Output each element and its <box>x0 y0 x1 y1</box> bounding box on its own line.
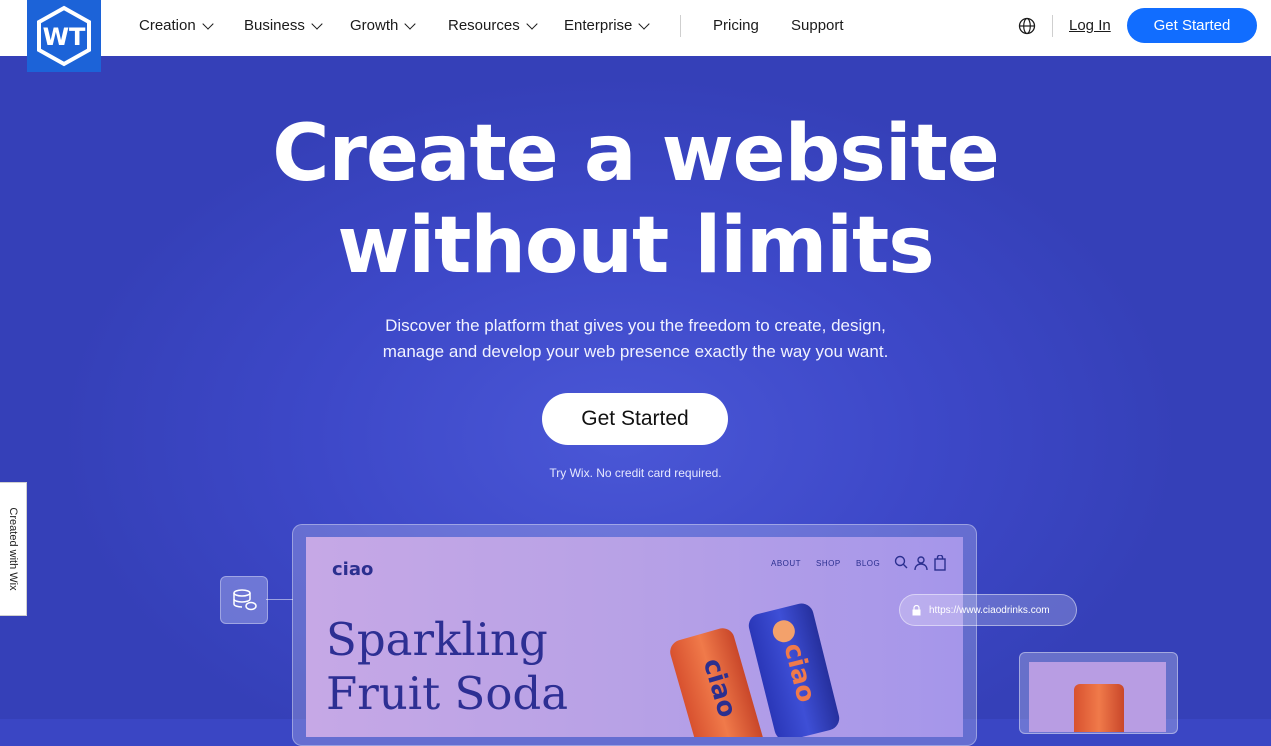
site-preview: ciao ABOUT SHOP BLOG Sparkling Fruit Sod… <box>306 537 963 737</box>
chevron-down-icon <box>311 17 323 30</box>
chevron-down-icon <box>404 17 417 30</box>
get-started-nav-button[interactable]: Get Started <box>1127 8 1257 43</box>
logo-text: WT <box>43 23 86 51</box>
nav-item-pricing[interactable]: Pricing <box>713 17 759 34</box>
nav-divider <box>1052 15 1053 37</box>
preview-nav-about: ABOUT <box>771 559 802 568</box>
nav-item-label: Growth <box>350 17 399 34</box>
soda-can-blue: ciao <box>746 600 842 737</box>
bag-icon <box>934 555 946 571</box>
preview-headline: Sparkling Fruit Soda <box>326 613 568 721</box>
hero-headline-line: without limits <box>337 201 934 291</box>
search-icon <box>894 555 908 569</box>
connector-line <box>266 599 293 600</box>
no-credit-card-note: Try Wix. No credit card required. <box>549 466 722 480</box>
user-icon <box>914 556 928 571</box>
nav-item-creation[interactable]: Creation <box>139 17 214 34</box>
login-link[interactable]: Log In <box>1069 17 1111 34</box>
hero-headline-line: Create a website <box>272 109 1000 199</box>
nav-item-growth[interactable]: Growth <box>350 17 417 34</box>
chevron-down-icon <box>526 17 538 30</box>
nav-item-business[interactable]: Business <box>244 17 323 34</box>
preview-url-text: https://www.ciaodrinks.com <box>929 604 1050 616</box>
preview-nav-shop: SHOP <box>816 559 841 568</box>
nav-item-label: Resources <box>448 17 520 34</box>
preview-headline-line: Sparkling <box>326 613 548 666</box>
chevron-down-icon <box>202 17 214 30</box>
hero-headline: Create a website without limits <box>0 108 1271 292</box>
globe-icon[interactable] <box>1018 17 1036 35</box>
nav-item-support[interactable]: Support <box>791 17 844 34</box>
nav-item-label: Creation <box>139 17 196 34</box>
soda-can-label: ciao <box>777 640 821 706</box>
created-with-wix-tab[interactable]: Created with Wix <box>0 482 27 616</box>
nav-item-resources[interactable]: Resources <box>448 17 538 34</box>
hero-subtitle: Discover the platform that gives you the… <box>0 313 1271 365</box>
preview-header-icons <box>894 555 946 571</box>
preview-nav-blog: BLOG <box>856 559 881 568</box>
preview-headline-line: Fruit Soda <box>326 667 569 720</box>
nav-item-enterprise[interactable]: Enterprise <box>564 17 651 34</box>
nav-item-label: Business <box>244 17 305 34</box>
get-started-hero-button[interactable]: Get Started <box>542 393 728 445</box>
mini-soda-can <box>1074 684 1124 732</box>
chevron-down-icon <box>638 17 651 30</box>
nav-divider <box>680 15 681 37</box>
database-icon <box>220 576 268 624</box>
created-with-wix-label: Created with Wix <box>7 507 19 591</box>
sun-badge-icon <box>770 617 798 645</box>
brand-logo[interactable]: WT <box>27 0 101 72</box>
hero-subtitle-line: manage and develop your web presence exa… <box>382 342 889 361</box>
preview-url-bar: https://www.ciaodrinks.com <box>899 594 1077 626</box>
nav-item-label: Enterprise <box>564 17 633 34</box>
preview-site-logo: ciao <box>332 559 374 580</box>
lock-icon <box>912 604 921 615</box>
hexagon-logo-icon: WT <box>37 5 91 67</box>
nav-item-label: Support <box>791 17 844 34</box>
soda-can-label: ciao <box>696 655 743 721</box>
nav-item-label: Pricing <box>713 17 759 34</box>
hero-subtitle-line: Discover the platform that gives you the… <box>385 316 886 335</box>
top-nav-bar: Creation Business Growth Resources Enter… <box>0 0 1271 56</box>
mobile-preview <box>1029 662 1166 732</box>
